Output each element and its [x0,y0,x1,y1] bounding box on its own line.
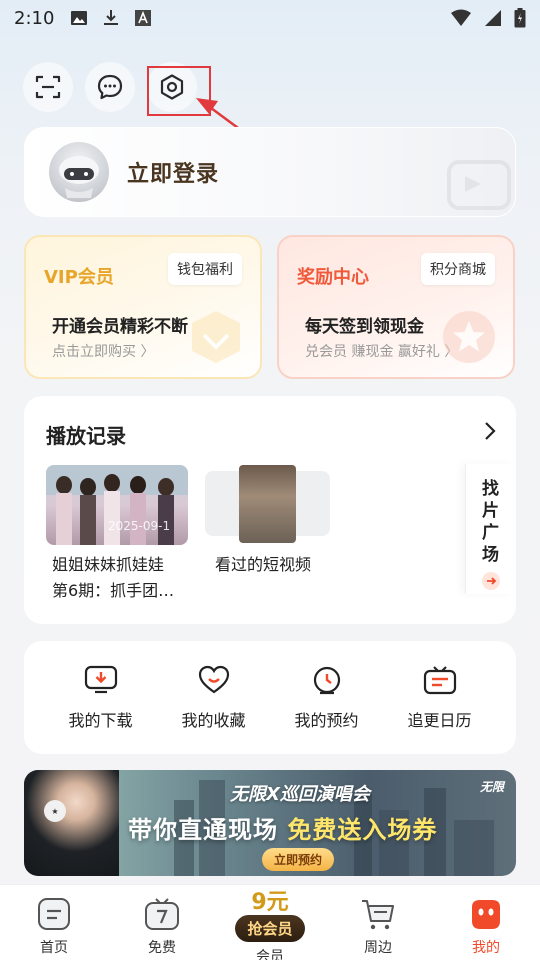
quick-link-label: 我的收藏 [181,711,246,730]
mine-face-icon [472,900,500,929]
scan-icon [35,75,61,99]
home-icon [38,898,70,930]
robot-avatar-icon [59,156,99,198]
star-badge-icon [443,311,495,363]
chevron-right-icon[interactable] [482,420,498,442]
heart-icon [198,665,229,694]
vip-card[interactable]: VIP会员 钱包福利 开通会员精彩不断 点击立即购买 〉 [24,235,262,379]
tab-label: 首页 [40,940,68,956]
vip-card-sub[interactable]: 点击立即购买 〉 [52,341,154,361]
banner-headline-a: 带你直通现场 [128,816,278,844]
download-icon [84,665,117,694]
vip-card-headline: 开通会员精彩不断 [52,317,188,337]
tv-calendar-icon [423,666,456,695]
history-caption-1-line1: 姐姐妹妹抓娃娃 [52,555,165,574]
font-icon [135,10,152,26]
points-mall-chip[interactable]: 积分商城 [421,253,495,285]
reward-card-sub[interactable]: 兑会员 赚现金 赢好礼 〉 [305,341,458,361]
history-date-overlay: 2025-09-1 [108,519,171,533]
banner-headline-b: 免费送入场券 [287,816,438,844]
battery-icon [514,8,526,28]
watermark-tv-icon [447,160,511,210]
history-thumbnail-2[interactable] [205,465,330,543]
quick-link-label: 追更日历 [407,711,472,730]
arrow-right-icon [481,572,500,590]
annotation-highlight-box [147,66,211,116]
history-thumbnail-1[interactable]: 2025-09-1 [46,465,188,545]
reward-center-card[interactable]: 奖励中心 积分商城 每天签到领现金 兑会员 赚现金 赢好礼 〉 [277,235,515,379]
signal-icon [485,10,501,26]
shopping-cart-icon [362,900,394,930]
banner-headline: 带你直通现场 免费送入场券 [128,810,437,845]
wallet-benefits-chip[interactable]: 钱包福利 [168,253,242,285]
status-bar: 2:10 [0,0,540,36]
wifi-icon [451,9,471,26]
tab-vip[interactable]: 9元 抢会员 会员 [216,885,324,960]
find-films-plaza[interactable]: 找片广场 [465,464,515,594]
play-history-title: 播放记录 [46,424,126,448]
banner-script-title: 无限X巡回演唱会 [230,784,370,805]
vip-price-label: 9元 [251,890,289,915]
reward-card-headline: 每天签到领现金 [305,317,424,337]
tab-label: 免费 [148,940,176,956]
quick-link-favorites[interactable]: 我的收藏 [164,641,264,754]
messages-button[interactable] [85,62,135,112]
tab-merch[interactable]: 周边 [324,885,432,960]
tab-label: 会员 [256,949,284,960]
quick-link-label: 我的下载 [68,711,133,730]
short-video-portrait-image [239,465,296,543]
history-caption-1[interactable]: 姐姐妹妹抓娃娃 第6期：抓手团… [52,552,192,604]
concert-promo-banner[interactable]: ★ 无限X巡回演唱会 无限 带你直通现场 免费送入场券 立即预约 [24,770,516,876]
singer-badge-icon: ★ [44,800,66,822]
avatar [49,142,109,202]
quick-links-section: 我的下载 我的收藏 我的预约 追更日历 [24,641,516,754]
download-status-icon [104,10,119,25]
quick-link-reservations[interactable]: 我的预约 [277,641,377,754]
vip-badge-icon [192,311,240,363]
tab-label: 我的 [472,940,500,956]
history-caption-1-line2: 第6期：抓手团… [52,581,175,600]
chat-bubble-icon [97,74,123,100]
quick-link-update-calendar[interactable]: 追更日历 [390,641,490,754]
quick-link-downloads[interactable]: 我的下载 [51,641,151,754]
gallery-icon [71,11,88,25]
scan-button[interactable] [23,62,73,112]
tab-free[interactable]: 免费 [108,885,216,960]
alarm-icon [313,666,340,695]
login-card[interactable]: 立即登录 [24,127,516,217]
history-caption-2[interactable]: 看过的短视频 [215,552,311,578]
tab-home[interactable]: 首页 [0,885,108,960]
play-history-section: 播放记录 2025-09-1 姐姐妹妹抓娃娃 第6期：抓手团… 看过的短视频 找… [24,396,516,624]
quick-link-label: 我的预约 [294,711,359,730]
grab-vip-pill[interactable]: 抢会员 [235,915,305,942]
free-tv-icon [145,898,179,930]
reserve-now-button[interactable]: 立即预约 [262,848,335,871]
banner-logo: 无限 [479,780,504,794]
group-photo-image [46,465,188,545]
status-time: 2:10 [14,7,55,29]
singer-photo [24,770,119,876]
find-films-label: 找片广场 [482,479,499,565]
login-label[interactable]: 立即登录 [127,156,219,188]
bottom-tab-bar: 首页 免费 9元 抢会员 会员 周边 我的 [0,884,540,960]
tab-label: 周边 [364,940,392,956]
tab-mine[interactable]: 我的 [432,885,540,960]
